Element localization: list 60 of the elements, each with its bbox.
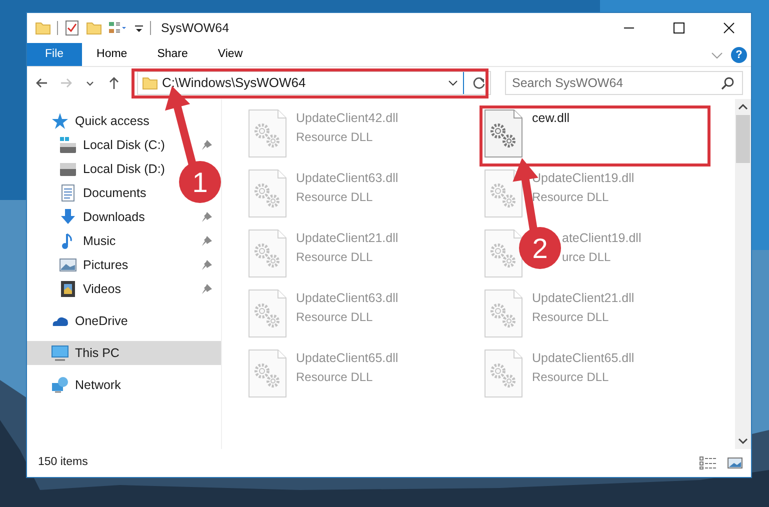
ribbon-tab[interactable]: View bbox=[202, 43, 258, 66]
download-arrow-icon bbox=[59, 208, 77, 226]
refresh-icon[interactable] bbox=[472, 76, 486, 90]
sidebar-item[interactable]: Downloads bbox=[27, 205, 221, 229]
file-menu-tab[interactable]: File bbox=[27, 43, 82, 66]
sidebar-item[interactable]: Network bbox=[27, 373, 129, 397]
file-type: Resource DLL bbox=[532, 368, 610, 386]
address-path[interactable]: C:\Windows\SysWOW64 bbox=[162, 73, 443, 93]
file-name[interactable]: cew.dll bbox=[532, 109, 570, 128]
pin-icon[interactable] bbox=[201, 139, 213, 151]
file-type: Resource DLL bbox=[532, 188, 610, 206]
maximize-icon[interactable] bbox=[673, 22, 685, 34]
star-icon bbox=[51, 112, 69, 130]
scroll-up-icon[interactable] bbox=[738, 103, 748, 111]
search-field[interactable]: Search SysWOW64 bbox=[505, 71, 743, 95]
step-number: 2 bbox=[519, 227, 561, 269]
file-type: Resource DLL bbox=[296, 368, 374, 386]
dll-file-icon[interactable] bbox=[484, 109, 524, 159]
drive-icon bbox=[59, 136, 77, 154]
sidebar-item[interactable]: Local Disk (D:) bbox=[27, 157, 173, 181]
sidebar-item[interactable]: Pictures bbox=[27, 253, 221, 277]
file-type: Resource DLL bbox=[296, 248, 374, 266]
file-type: Resource DLL bbox=[296, 188, 374, 206]
pin-icon[interactable] bbox=[201, 283, 213, 295]
pin-icon[interactable] bbox=[201, 211, 213, 223]
sidebar-item[interactable]: Quick access bbox=[27, 109, 158, 133]
scrollbar[interactable] bbox=[735, 99, 751, 449]
large-icons-view-icon[interactable] bbox=[727, 456, 743, 470]
properties-icon[interactable] bbox=[64, 20, 80, 36]
sidebar-item[interactable]: This PC bbox=[27, 341, 221, 365]
view-options-icon[interactable] bbox=[108, 20, 128, 36]
picture-icon bbox=[59, 256, 77, 274]
folder-icon bbox=[142, 75, 158, 91]
scroll-down-icon[interactable] bbox=[738, 437, 748, 445]
file-type: Resource DLL bbox=[296, 308, 374, 326]
monitor-icon bbox=[51, 344, 69, 362]
item-count: 150 items bbox=[38, 455, 89, 470]
drive-icon bbox=[59, 160, 77, 178]
address-bar[interactable]: C:\Windows\SysWOW64 bbox=[137, 71, 491, 95]
help-button[interactable]: ? bbox=[731, 47, 747, 63]
sidebar-item[interactable]: Music bbox=[27, 229, 221, 253]
film-icon bbox=[59, 280, 77, 298]
window-title: SysWOW64 bbox=[161, 20, 230, 37]
close-icon[interactable] bbox=[723, 22, 735, 34]
file-type: Resource DLL bbox=[296, 128, 374, 146]
search-icon[interactable] bbox=[721, 76, 735, 90]
step-number: 1 bbox=[179, 161, 221, 203]
document-icon bbox=[59, 184, 77, 202]
ribbon-tab[interactable]: Share bbox=[142, 43, 203, 66]
network-icon bbox=[51, 376, 69, 394]
details-view-icon[interactable] bbox=[699, 456, 717, 470]
pin-icon[interactable] bbox=[201, 235, 213, 247]
pin-icon[interactable] bbox=[201, 259, 213, 271]
scrollbar-thumb[interactable] bbox=[736, 115, 750, 163]
ribbon-tab[interactable]: Home bbox=[82, 43, 142, 66]
sidebar-item[interactable]: Documents bbox=[27, 181, 154, 205]
sidebar-item[interactable]: Videos bbox=[27, 277, 221, 301]
sidebar-item[interactable]: OneDrive bbox=[27, 309, 136, 333]
file-type: urce DLL bbox=[562, 248, 612, 266]
file-type: Resource DLL bbox=[532, 308, 610, 326]
